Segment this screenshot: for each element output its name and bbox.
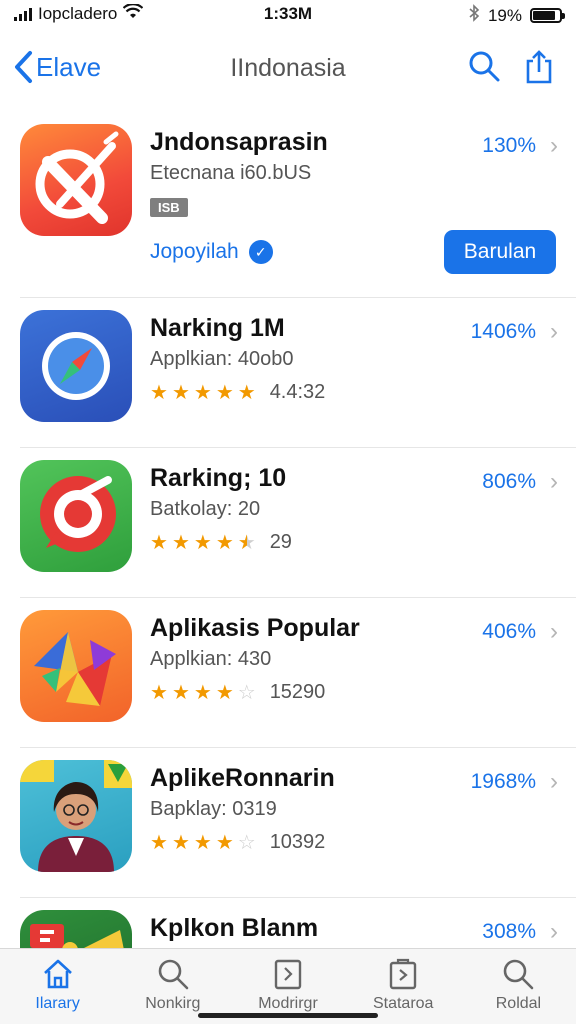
app-percent: 406% — [482, 620, 536, 643]
app-icon-game — [20, 910, 132, 948]
status-right: 19% — [468, 4, 565, 27]
battery-percent: 19% — [487, 5, 522, 25]
star-rating: ★ ★ ★ ★ ★ 4.4:32 — [150, 380, 325, 405]
chevron-right-icon[interactable]: › — [550, 918, 558, 946]
app-icon-shapes — [20, 610, 132, 722]
age-badge: ISB — [150, 198, 188, 217]
app-percent: 1968% — [470, 770, 536, 793]
app-subtitle: Bapklay: 0319 — [150, 798, 277, 820]
star-icon: ★ — [193, 532, 212, 554]
app-list: Jndonsaprasin Etecnana i60.bUS ISB 130% … — [0, 112, 576, 948]
list-item[interactable]: Rarking; 10 Batkolay: 20 ★ ★ ★ ★ ★ 29 806% › — [20, 448, 576, 598]
navigation-bar: Elave IIndonasia — [0, 40, 576, 96]
app-name: Rarking; 10 — [150, 464, 287, 492]
app-name: Kplkon Blanm — [150, 914, 319, 942]
home-icon — [41, 957, 75, 991]
app-icon-compass — [20, 310, 132, 422]
list-item[interactable]: Aplikasis Popular Applkian: 430 ★ ★ ★ ★ ☆ 152… — [20, 598, 576, 748]
featured-app-row[interactable]: Jndonsaprasin Etecnana i60.bUS ISB 130% … — [20, 112, 576, 298]
star-icon: ★ — [215, 832, 234, 854]
app-name: AplikeRonnarin — [150, 764, 335, 792]
star-icon: ★ — [150, 532, 168, 554]
star-icon: ★ — [237, 382, 256, 404]
tab-label: Stataroa — [372, 995, 434, 1012]
rating-count: 15290 — [269, 681, 326, 703]
tab-label: Ilarary — [35, 995, 80, 1012]
app-percent: 308% — [482, 920, 536, 943]
status-bar: Iopcladero 1:33M 19% — [0, 0, 576, 30]
tab-library[interactable]: Ilarary — [0, 949, 115, 1024]
home-indicator — [198, 1013, 378, 1018]
star-icon: ★ — [193, 682, 212, 704]
rating-count: 4.4:32 — [269, 381, 326, 403]
tab-label: Roldal — [495, 995, 542, 1012]
battery-icon — [530, 8, 565, 23]
star-icon: ★ — [193, 832, 212, 854]
app-icon-featured — [20, 124, 132, 236]
tab-search[interactable]: Roldal — [461, 949, 576, 1024]
list-item[interactable]: Kplkon Blanm 308% › — [20, 898, 576, 948]
rating-count: 10392 — [269, 831, 326, 853]
rating-count: 29 — [269, 531, 292, 553]
star-icon: ☆ — [237, 682, 256, 704]
star-icon: ★ — [237, 532, 256, 554]
app-percent: 130% — [482, 134, 536, 157]
tab-label: Modrirgr — [258, 995, 318, 1012]
tab-bar: Ilarary Nonkirg Modrirgr Stataroa Roldal — [0, 948, 576, 1024]
app-name: Narking 1M — [150, 314, 285, 342]
star-rating: ★ ★ ★ ★ ☆ 15290 — [150, 680, 325, 705]
star-icon: ★ — [215, 682, 234, 704]
verified-icon: ✓ — [248, 240, 273, 264]
search-icon[interactable] — [468, 50, 500, 89]
chevron-right-icon[interactable]: › — [550, 768, 558, 796]
app-name: Aplikasis Popular — [150, 614, 360, 642]
chevron-right-icon[interactable]: › — [550, 132, 558, 160]
app-subtitle: Batkolay: 20 — [150, 498, 261, 520]
star-icon: ★ — [171, 832, 190, 854]
star-icon: ★ — [150, 382, 168, 404]
app-subtitle: Applkian: 430 — [150, 648, 272, 670]
list-item[interactable]: Narking 1M Applkian: 40ob0 ★ ★ ★ ★ ★ 4.4:32 1… — [20, 298, 576, 448]
star-icon: ★ — [171, 532, 190, 554]
nav-actions — [468, 50, 554, 89]
app-icon-chat — [20, 460, 132, 572]
app-subtitle: Applkian: 40ob0 — [150, 348, 294, 370]
app-subtitle: Etecnana i60.bUS — [150, 162, 312, 184]
star-icon: ★ — [215, 532, 234, 554]
app-percent: 1406% — [470, 320, 536, 343]
list-item[interactable]: AplikeRonnarin Bapklay: 0319 ★ ★ ★ ★ ☆ 10392 … — [20, 748, 576, 898]
chevron-right-icon[interactable]: › — [550, 468, 558, 496]
star-icon: ★ — [150, 832, 168, 854]
search-icon — [501, 957, 535, 991]
star-icon: ★ — [171, 382, 190, 404]
developer-label: Jopoyilah — [150, 240, 239, 263]
star-rating: ★ ★ ★ ★ ★ 29 — [150, 530, 292, 555]
star-icon: ★ — [193, 382, 212, 404]
share-icon[interactable] — [524, 50, 554, 89]
app-name: Jndonsaprasin — [150, 128, 328, 156]
star-icon: ☆ — [237, 832, 256, 854]
get-button[interactable]: Barulan — [444, 230, 556, 274]
tab-label: Nonkirg — [145, 995, 201, 1012]
bluetooth-icon — [468, 4, 480, 27]
battery-fill — [533, 11, 556, 20]
document-icon — [271, 957, 305, 991]
star-icon: ★ — [215, 382, 234, 404]
star-rating: ★ ★ ★ ★ ☆ 10392 — [150, 830, 325, 855]
chevron-right-icon[interactable]: › — [550, 618, 558, 646]
app-icon-portrait — [20, 760, 132, 872]
developer-link[interactable]: Jopoyilah ✓ — [150, 240, 273, 264]
search-icon — [156, 957, 190, 991]
chevron-right-icon[interactable]: › — [550, 318, 558, 346]
app-percent: 806% — [482, 470, 536, 493]
star-icon: ★ — [150, 682, 168, 704]
star-icon: ★ — [171, 682, 190, 704]
document-icon — [386, 957, 420, 991]
